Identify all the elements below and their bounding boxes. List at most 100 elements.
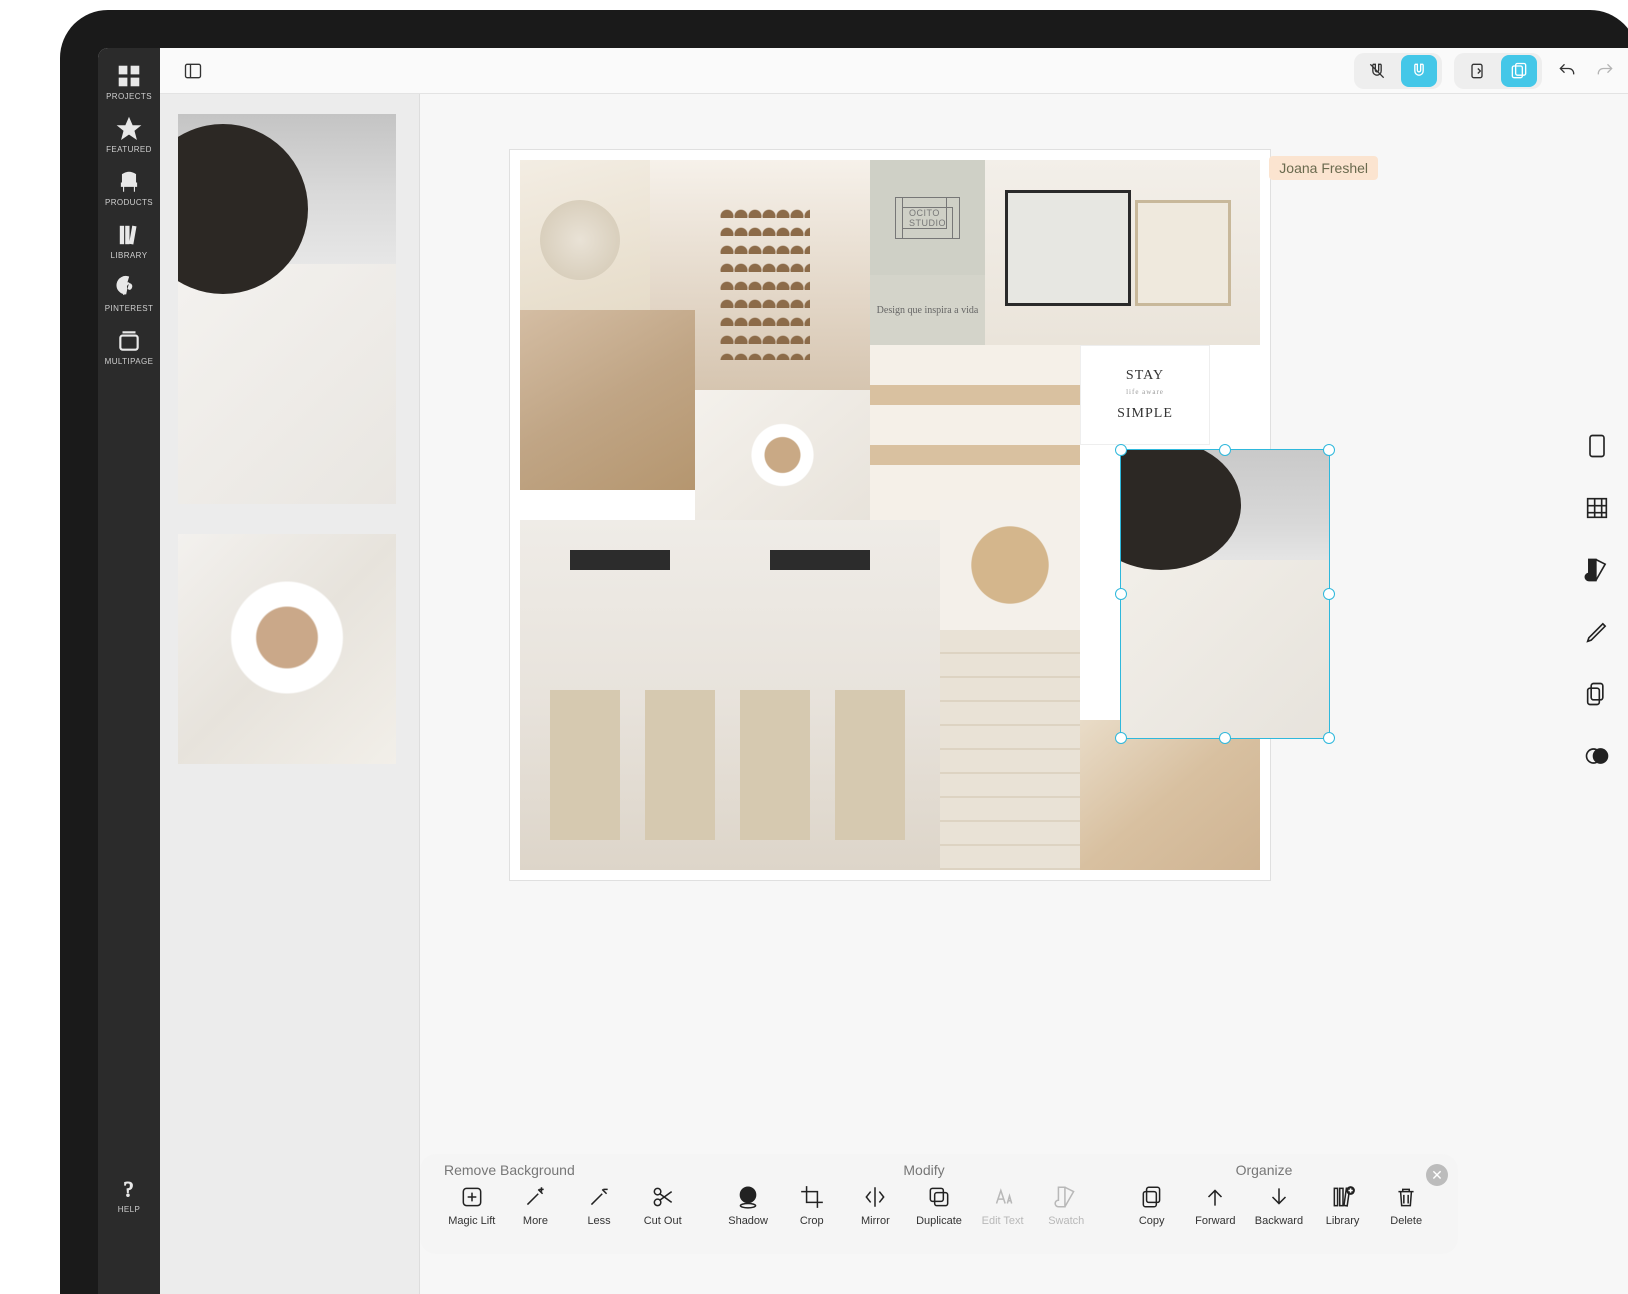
resize-handle-bl[interactable] (1115, 732, 1127, 744)
tool-cut-out[interactable]: Cut Out (631, 1182, 695, 1227)
tool-label: Forward (1195, 1215, 1235, 1227)
sidebar-item-label: MULTIPAGE (105, 357, 154, 366)
resize-handle-l[interactable] (1115, 588, 1127, 600)
close-icon: ✕ (1431, 1167, 1443, 1184)
magnet-on-button[interactable] (1401, 55, 1437, 87)
resize-handle-tr[interactable] (1323, 444, 1335, 456)
moodboard-tile-stay[interactable]: STAY life aware SIMPLE (1080, 345, 1210, 445)
magnet-off-button[interactable] (1359, 55, 1395, 87)
tool-shadow[interactable]: Shadow (716, 1182, 780, 1227)
tool-duplicate[interactable]: Duplicate (907, 1182, 971, 1227)
resize-handle-br[interactable] (1323, 732, 1335, 744)
tool-backward[interactable]: Backward (1247, 1182, 1311, 1227)
moodboard-image-bag[interactable] (1080, 720, 1260, 870)
tool-mirror[interactable]: Mirror (844, 1182, 908, 1227)
moodboard-tile-logo[interactable]: OCITO STUDIO (870, 160, 985, 275)
moodboard-image-coat[interactable] (520, 310, 695, 490)
undo-button[interactable] (1551, 55, 1583, 87)
simple-text: SIMPLE (1117, 406, 1173, 422)
tool-forward[interactable]: Forward (1184, 1182, 1248, 1227)
mirror-icon (862, 1182, 888, 1212)
device-bezel: PROJECTS FEATURED PRODUCTS LIBRARY (60, 10, 1628, 1294)
tool-label: Backward (1255, 1215, 1303, 1227)
grid-icon (115, 62, 143, 90)
chair-icon (115, 168, 143, 196)
moodboard-image-chair[interactable] (520, 160, 650, 310)
snap-group (1354, 53, 1442, 89)
tool-magic-lift[interactable]: Magic Lift (440, 1182, 504, 1227)
tool-label: Magic Lift (448, 1215, 495, 1227)
sidebar-item-label: FEATURED (106, 145, 152, 154)
resize-handle-r[interactable] (1323, 588, 1335, 600)
right-tool-grid[interactable] (1579, 490, 1615, 526)
resize-handle-t[interactable] (1219, 444, 1231, 456)
sidebar-item-library[interactable]: LIBRARY (98, 221, 160, 260)
shadow-icon (735, 1182, 761, 1212)
tool-label: Crop (800, 1215, 824, 1227)
thumbnail-image-2[interactable] (178, 534, 396, 764)
tool-delete[interactable]: Delete (1374, 1182, 1438, 1227)
bottom-toolbar-headers: Remove Background Modify Organize (440, 1162, 1438, 1182)
moodboard-image-stairs[interactable] (940, 630, 1080, 870)
tool-copy[interactable]: Copy (1120, 1182, 1184, 1227)
close-toolbar-button[interactable]: ✕ (1426, 1164, 1448, 1186)
tagline-text: Design que inspira a vida (877, 305, 979, 316)
tool-label: Less (587, 1215, 610, 1227)
tool-label: Cut Out (644, 1215, 682, 1227)
pinterest-icon (115, 274, 143, 302)
moodboard-image-shelves[interactable] (870, 345, 1080, 520)
right-tool-pencil[interactable] (1579, 614, 1615, 650)
library-icon (115, 221, 143, 249)
bottom-toolbar: ✕ Remove Background Modify Organize Magi… (420, 1154, 1458, 1254)
tool-library[interactable]: Library (1311, 1182, 1375, 1227)
tool-less[interactable]: Less (567, 1182, 631, 1227)
toggle-sidebar-button[interactable] (177, 55, 209, 87)
crop-icon (799, 1182, 825, 1212)
sidebar-item-products[interactable]: PRODUCTS (98, 168, 160, 207)
selected-image-content[interactable] (1121, 450, 1329, 738)
tool-label: Shadow (728, 1215, 768, 1227)
sidebar-item-pinterest[interactable]: PINTEREST (98, 274, 160, 313)
tool-label: More (523, 1215, 548, 1227)
tool-edit-text: Edit Text (971, 1182, 1035, 1227)
header-modify: Modify (754, 1162, 1094, 1178)
tool-swatch: Swatch (1034, 1182, 1098, 1227)
selected-object[interactable] (1120, 449, 1330, 739)
moodboard-tile-tagline[interactable]: Design que inspira a vida (870, 275, 985, 345)
header-remove-bg: Remove Background (444, 1162, 754, 1178)
canvas[interactable]: OCITO STUDIO Design que inspira a vida S… (420, 94, 1628, 1154)
collaborator-name: Joana Freshel (1279, 160, 1368, 176)
sidebar-item-featured[interactable]: FEATURED (98, 115, 160, 154)
moodboard-image-artwall[interactable] (985, 160, 1260, 345)
wand-minus-icon (586, 1182, 612, 1212)
resize-handle-tl[interactable] (1115, 444, 1127, 456)
stay-text: STAY (1126, 368, 1164, 384)
collaborator-tag[interactable]: Joana Freshel (1269, 156, 1378, 180)
multi-page-button[interactable] (1501, 55, 1537, 87)
arrow-down-icon (1266, 1182, 1292, 1212)
sidebar-item-label: LIBRARY (111, 251, 148, 260)
moodboard-image-kitchen[interactable] (520, 520, 940, 870)
thumbnail-image-1[interactable] (178, 114, 396, 504)
trash-icon (1393, 1182, 1419, 1212)
sidebar-item-multipage[interactable]: MULTIPAGE (98, 327, 160, 366)
swatch-icon (1053, 1182, 1079, 1212)
tool-label: Duplicate (916, 1215, 962, 1227)
redo-button[interactable] (1589, 55, 1621, 87)
tool-crop[interactable]: Crop (780, 1182, 844, 1227)
sidebar-item-label: PINTEREST (105, 304, 154, 313)
resize-handle-b[interactable] (1219, 732, 1231, 744)
moodboard-image-board[interactable] (940, 500, 1080, 630)
single-page-button[interactable] (1459, 55, 1495, 87)
top-toolbar (160, 48, 1628, 94)
moodboard-image-latte[interactable] (695, 390, 870, 520)
wand-plus-icon (522, 1182, 548, 1212)
right-tool-swatch[interactable] (1579, 552, 1615, 588)
right-tool-copy[interactable] (1579, 676, 1615, 712)
tool-more[interactable]: More (504, 1182, 568, 1227)
logo-text: OCITO STUDIO (895, 197, 960, 239)
sidebar-item-projects[interactable]: PROJECTS (98, 62, 160, 101)
right-tool-page[interactable] (1579, 428, 1615, 464)
right-tool-mask[interactable] (1579, 738, 1615, 774)
sidebar-item-help[interactable]: ? HELP (98, 1175, 160, 1214)
